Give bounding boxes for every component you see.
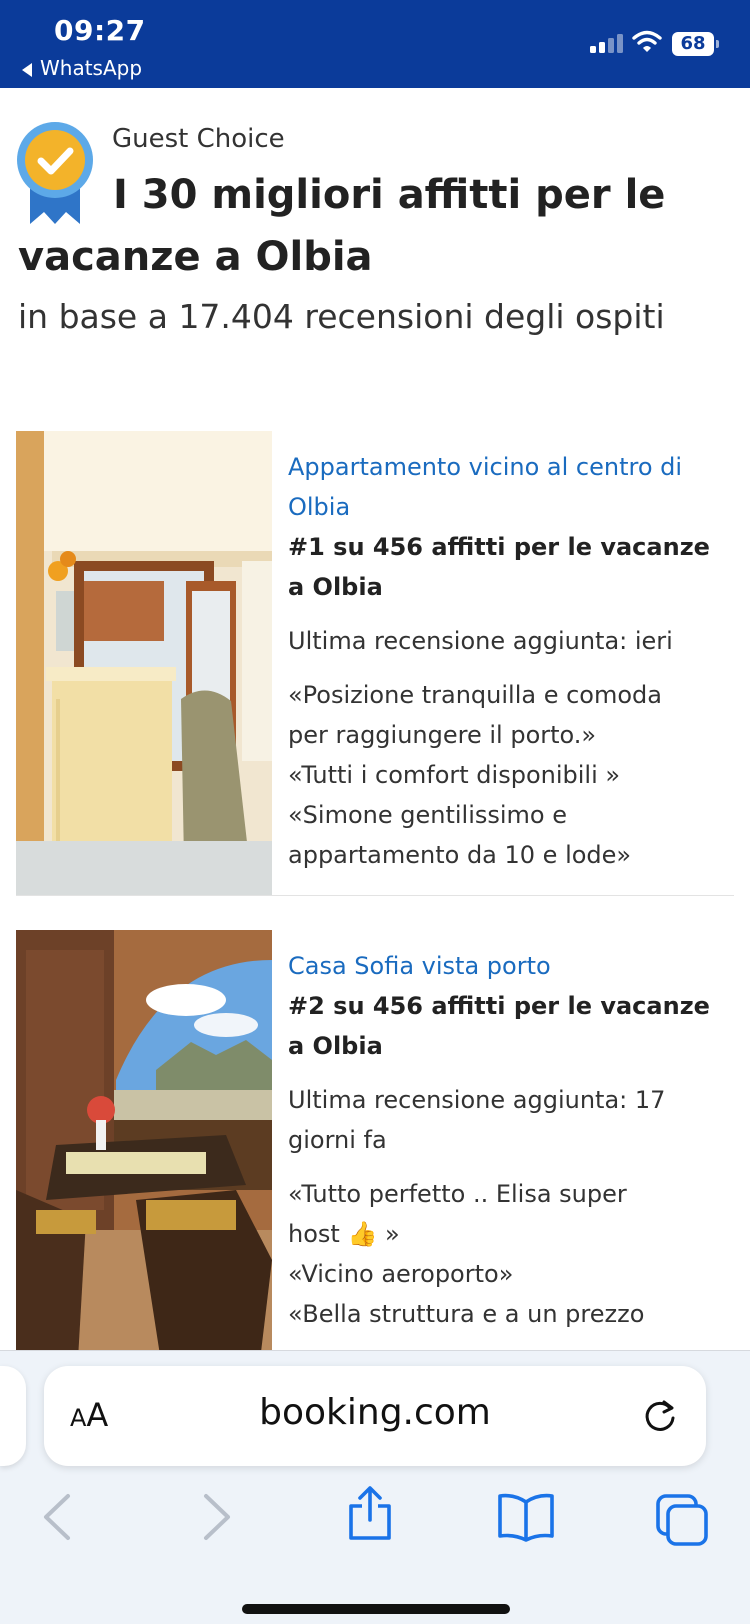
listing-name-link[interactable]: Appartamento vicino al centro di Olbia [288,447,718,527]
review-quote-line: host 👍 » [288,1220,400,1248]
forward-arrow-icon[interactable] [198,1492,234,1542]
listing-card[interactable]: Casa Sofia vista porto #2 su 456 affitti… [16,930,734,1350]
status-bar: 09:27 WhatsApp 68 [0,0,750,88]
reload-icon[interactable] [640,1396,680,1436]
review-quote-line: per raggiungere il porto.» [288,721,597,749]
back-arrow-icon[interactable] [40,1492,76,1542]
listing-name-line: Olbia [288,493,351,521]
bookmarks-icon[interactable] [496,1492,556,1542]
home-indicator[interactable] [242,1604,510,1614]
listing-photo[interactable] [16,431,272,895]
previous-tab-preview[interactable] [0,1366,26,1466]
wifi-icon [632,30,662,52]
page-subtitle: in base a 17.404 recensioni degli ospiti [18,297,665,336]
signal-icon [590,34,623,53]
tabs-icon[interactable] [654,1492,710,1548]
guest-choice-label: Guest Choice [112,124,285,154]
listing-name-line: Casa Sofia vista porto [288,952,551,980]
review-quote-line: appartamento da 10 e lode» [288,841,632,869]
listing-card[interactable]: Appartamento vicino al centro di Olbia #… [16,431,734,896]
listing-rank-line: a Olbia [288,573,383,601]
listing-name-link[interactable]: Casa Sofia vista porto [288,946,718,986]
listing-rank-line: a Olbia [288,1032,383,1060]
listing-details: Casa Sofia vista porto #2 su 456 affitti… [288,946,718,1334]
review-quotes: «Posizione tranquilla e comoda per raggi… [288,675,718,875]
review-quote-line: «Bella struttura e a un prezzo [288,1300,645,1328]
review-quote-line: «Vicino aeroporto» [288,1260,514,1288]
review-quotes: «Tutto perfetto .. Elisa super host 👍 » … [288,1174,718,1334]
page-title: I 30 migliori affitti per le vacanze a O… [18,172,666,280]
back-app-label: WhatsApp [40,56,143,80]
url-text: booking.com [259,1392,491,1433]
last-review-line: giorni fa [288,1126,387,1154]
address-bar[interactable]: AA booking.com [44,1366,706,1466]
review-quote-line: «Tutti i comfort disponibili » [288,761,621,789]
listing-rank-line: #1 su 456 affitti per le vacanze [288,533,710,561]
review-quote-line: «Simone gentilissimo e [288,801,568,829]
share-icon[interactable] [345,1484,395,1542]
listing-name-line: Appartamento vicino al centro di [288,453,683,481]
back-triangle-icon [22,62,32,77]
back-to-app-link[interactable]: WhatsApp [22,56,142,80]
listing-details: Appartamento vicino al centro di Olbia #… [288,447,718,875]
battery-icon: 68 [672,32,719,56]
listing-photo[interactable] [16,930,272,1350]
review-quote-line: «Tutto perfetto .. Elisa super [288,1180,627,1208]
status-time: 09:27 [54,14,146,47]
last-review-line: Ultima recensione aggiunta: 17 [288,1086,666,1114]
review-quote-line: «Posizione tranquilla e comoda [288,681,662,709]
listing-rank-line: #2 su 456 affitti per le vacanze [288,992,710,1020]
last-review-line: Ultima recensione aggiunta: ieri [288,627,673,655]
